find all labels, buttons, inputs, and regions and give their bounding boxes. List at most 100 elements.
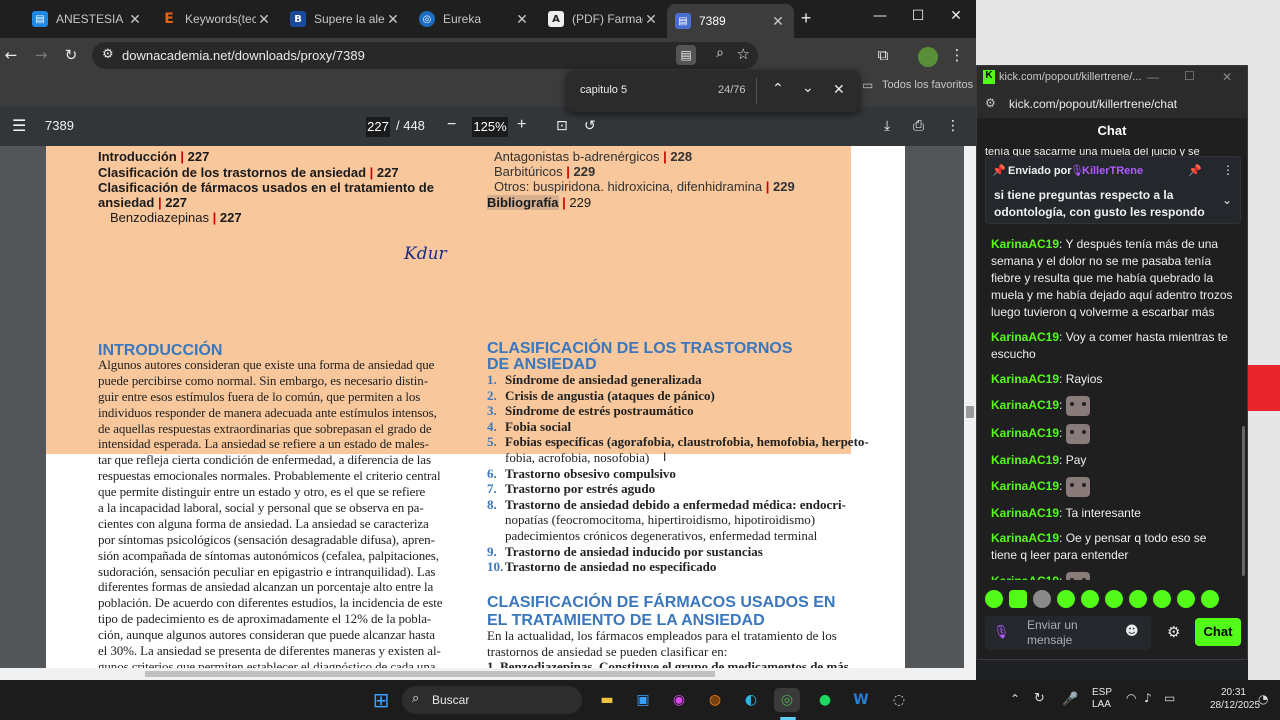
scrollbar-thumb[interactable] <box>966 406 974 418</box>
chat-username[interactable]: KarinaAC19 <box>991 398 1059 412</box>
app-notification-icon[interactable]: ◌ <box>886 688 912 712</box>
emote-icon[interactable] <box>1081 590 1099 608</box>
toc-item[interactable]: ansiedad | 227 <box>98 195 187 210</box>
rotate-icon[interactable]: ↺ <box>584 118 596 134</box>
bookmark-star-icon[interactable]: ☆ <box>737 45 750 63</box>
popup-maximize-icon[interactable]: ☐ <box>1184 69 1195 83</box>
pdf-reader-icon[interactable]: ▤ <box>676 45 696 65</box>
forward-icon[interactable]: → <box>30 44 52 66</box>
chat-settings-icon[interactable]: ⚙ <box>1167 623 1180 641</box>
chat-username[interactable]: KarinaAC19 <box>991 574 1059 580</box>
language-indicator[interactable]: ESP LAA <box>1092 687 1112 711</box>
wifi-icon[interactable]: ◠ <box>1126 691 1136 705</box>
word-icon[interactable]: W <box>848 688 874 712</box>
download-icon[interactable]: ⤓ <box>884 118 890 134</box>
emote-icon[interactable] <box>1009 590 1027 608</box>
chat-username[interactable]: KarinaAC19 <box>991 506 1059 520</box>
popup-minimize-icon[interactable]: — <box>1147 70 1159 84</box>
close-tab-icon[interactable]: ✕ <box>514 11 530 28</box>
notifications-icon[interactable]: ◔ <box>1258 692 1268 706</box>
chat-message[interactable]: KarinaAC19: <box>977 473 1247 501</box>
taskbar-search[interactable]: ⌕ Buscar <box>402 686 582 714</box>
zoom-out-icon[interactable]: − <box>447 116 456 134</box>
tab-anestesia[interactable]: ▤ ANESTESIA DE✕ <box>24 4 151 34</box>
tab-supere[interactable]: B Supere la alergi✕ <box>282 4 409 34</box>
extensions-icon[interactable]: ⧉ <box>872 44 894 66</box>
hamburger-menu-icon[interactable]: ☰ <box>12 116 26 135</box>
emote-icon[interactable] <box>1057 590 1075 608</box>
emote-icon[interactable] <box>1129 590 1147 608</box>
chat-username[interactable]: KarinaAC19 <box>991 237 1059 251</box>
pdf-horizontal-scrollbar[interactable] <box>0 668 976 680</box>
scrollbar-thumb[interactable] <box>145 671 715 677</box>
page-number-input[interactable]: 227 <box>366 117 390 137</box>
chat-username[interactable]: KarinaAC19 <box>991 426 1059 440</box>
all-bookmarks-link[interactable]: Todos los favoritos <box>882 79 973 91</box>
find-input[interactable]: capitulo 5 <box>580 84 627 96</box>
close-tab-icon[interactable]: ✕ <box>643 11 659 28</box>
fit-page-icon[interactable]: ⊡ <box>556 118 568 134</box>
clock[interactable]: 20:31 28/12/2025 <box>1210 686 1260 712</box>
emote-icon[interactable] <box>1201 590 1219 608</box>
mic-icon[interactable]: 🎙 <box>993 624 1010 640</box>
close-tab-icon[interactable]: ✕ <box>256 11 272 28</box>
emote-icon[interactable] <box>1177 590 1195 608</box>
find-next-icon[interactable]: ⌄ <box>802 80 814 96</box>
battery-icon[interactable]: ▭ <box>1164 691 1175 705</box>
find-prev-icon[interactable]: ⌃ <box>772 81 784 97</box>
toc-item[interactable]: Bibliografía | 229 <box>487 195 591 210</box>
pdf-viewer[interactable]: Introducción | 227 Clasificación de los … <box>0 146 964 668</box>
site-info-icon[interactable]: ⚙ <box>985 96 996 110</box>
emote-icon[interactable] <box>1033 590 1051 608</box>
chat-message[interactable]: KarinaAC19: Y después tenía más de una s… <box>977 232 1247 325</box>
expand-chevron-icon[interactable]: ⌄ <box>1222 193 1232 207</box>
toc-item[interactable]: Benzodiazepinas | 227 <box>110 210 242 225</box>
emote-icon[interactable] <box>1105 590 1123 608</box>
toc-item[interactable]: Clasificación de los trastornos de ansie… <box>98 165 399 180</box>
chat-username[interactable]: KarinaAC19 <box>991 453 1059 467</box>
chat-username[interactable]: KarinaAC19 <box>991 479 1059 493</box>
firefox-icon[interactable]: ◍ <box>702 688 728 712</box>
menu-dots-icon[interactable]: ⋮ <box>946 44 968 66</box>
emote-icon[interactable] <box>985 590 1003 608</box>
chat-message[interactable]: KarinaAC19: Rayios <box>977 367 1247 392</box>
show-hidden-icons-icon[interactable]: ⌃ <box>1010 692 1020 706</box>
tab-7389[interactable]: ▤ 7389 ✕ <box>667 4 794 38</box>
chat-message[interactable]: KarinaAC19: <box>977 420 1247 448</box>
chat-message[interactable]: KarinaAC19: <box>977 392 1247 420</box>
chat-username[interactable]: KarinaAC19 <box>991 330 1059 344</box>
chat-message[interactable]: KarinaAC19: Voy a comer hasta mientras t… <box>977 325 1247 367</box>
more-options-icon[interactable]: ⋮ <box>946 118 960 134</box>
chat-message[interactable]: KarinaAC19: <box>977 568 1247 580</box>
windows-start-icon[interactable]: ⊞ <box>368 688 394 712</box>
reload-icon[interactable]: ↻ <box>60 44 82 66</box>
print-icon[interactable]: ⎙ <box>913 118 924 134</box>
toc-item[interactable]: Otros: buspiridona. hidroxicina, difenhi… <box>494 179 795 194</box>
site-info-icon[interactable]: ⚙ <box>102 47 114 62</box>
microphone-icon[interactable]: 🎤 <box>1062 691 1078 707</box>
chrome-icon[interactable]: ◎ <box>774 688 800 712</box>
toc-item[interactable]: Antagonistas b-adrenérgicos | 228 <box>494 149 692 164</box>
chat-username[interactable]: KarinaAC19 <box>991 531 1059 545</box>
send-chat-button[interactable]: Chat <box>1195 618 1241 646</box>
file-explorer-icon[interactable]: ▬ <box>594 688 620 712</box>
edge-icon[interactable]: ◐ <box>738 688 764 712</box>
store-icon[interactable]: ▣ <box>630 688 656 712</box>
close-tab-icon[interactable]: ✕ <box>127 11 143 28</box>
close-tab-icon[interactable]: ✕ <box>385 11 401 28</box>
emote-icon[interactable] <box>1153 590 1171 608</box>
chat-message[interactable]: KarinaAC19: Oe y pensar q todo eso se ti… <box>977 526 1247 568</box>
close-tab-icon[interactable]: ✕ <box>770 13 786 30</box>
close-window-icon[interactable]: ✕ <box>944 8 968 30</box>
toc-item[interactable]: Introducción | 227 <box>98 149 209 164</box>
zoom-icon[interactable]: ⌕ <box>716 45 724 61</box>
toc-item[interactable]: Clasificación de fármacos usados en el t… <box>98 180 434 195</box>
tab-pdf-farmacologia[interactable]: A (PDF) Farmacolo✕ <box>540 4 667 34</box>
chat-username[interactable]: KarinaAC19 <box>991 372 1059 386</box>
zoom-in-icon[interactable]: + <box>517 116 526 134</box>
emoji-icon[interactable]: ☻ <box>1125 624 1139 639</box>
app-circle-icon[interactable]: ◉ <box>666 688 692 712</box>
sync-icon[interactable]: ↻ <box>1034 691 1045 706</box>
toc-item[interactable]: Barbitúricos | 229 <box>494 164 595 179</box>
pinned-options-icon[interactable]: ⋮ <box>1222 163 1234 177</box>
